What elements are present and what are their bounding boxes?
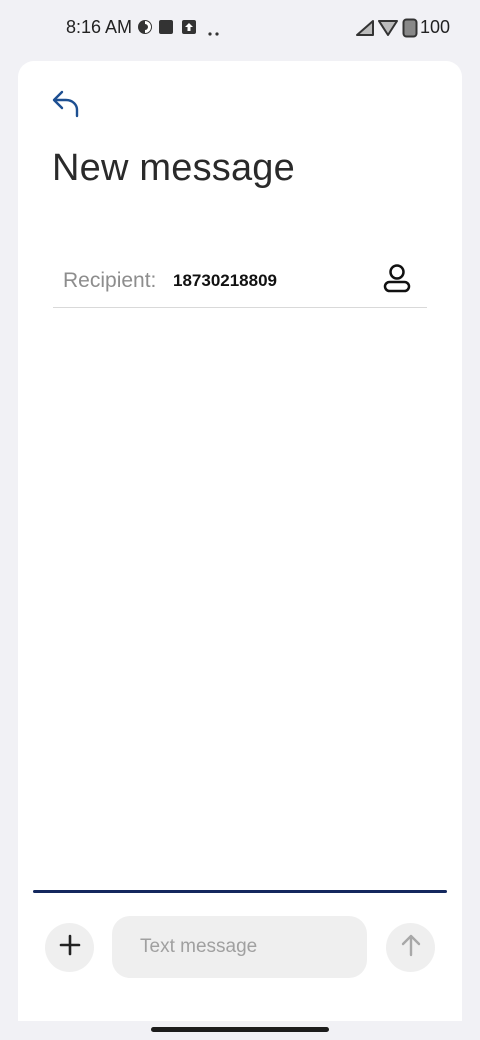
upload-icon [181, 19, 197, 40]
compose-card: New message Recipient: 18730218809 [18, 61, 462, 1021]
signal-icon [355, 19, 375, 42]
stop-icon [158, 19, 174, 40]
contact-picker-button[interactable] [379, 261, 415, 301]
data-saver-icon [137, 19, 153, 40]
contact-person-icon [382, 263, 412, 300]
home-indicator[interactable] [151, 1027, 329, 1032]
recipient-number[interactable]: 18730218809 [173, 271, 277, 291]
page-title: New message [52, 147, 295, 189]
battery-icon [402, 18, 418, 43]
arrow-up-icon [400, 933, 422, 962]
reply-back-icon [50, 87, 82, 124]
status-time: 8:16 AM [66, 17, 133, 37]
more-dots-icon [207, 24, 221, 42]
send-button[interactable] [386, 923, 435, 972]
recipient-label: Recipient: [63, 269, 157, 292]
composer-divider [33, 890, 447, 893]
text-message-input[interactable] [112, 916, 367, 978]
recipient-field[interactable]: Recipient: 18730218809 [53, 253, 427, 308]
status-bar: 8:16 AM 100 [0, 0, 480, 56]
wifi-icon [378, 19, 398, 42]
plus-icon [59, 934, 81, 961]
add-attachment-button[interactable] [45, 923, 94, 972]
battery-level: 100 [420, 17, 451, 37]
back-button[interactable] [48, 87, 84, 123]
